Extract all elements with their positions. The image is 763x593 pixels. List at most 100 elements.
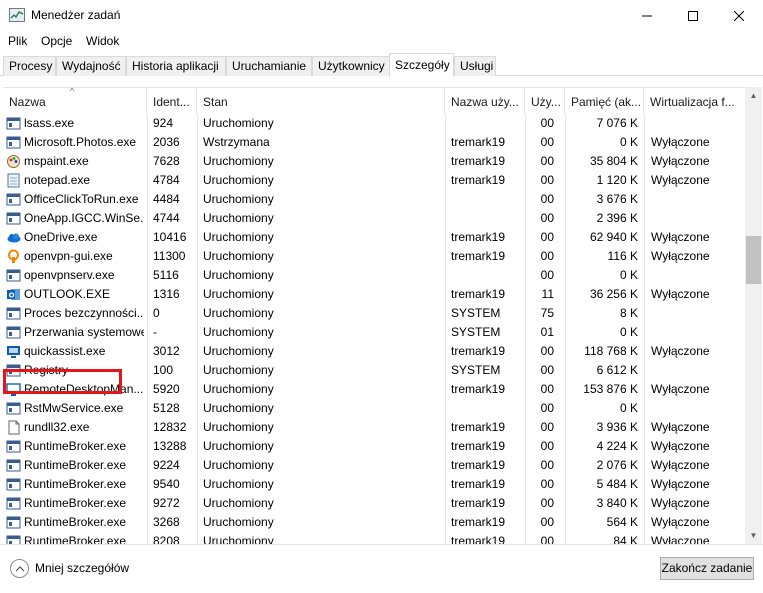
scroll-down-arrow-icon[interactable]: ▼ xyxy=(745,527,762,544)
table-row[interactable]: rundll32.exe 12832 Uruchomiony tremark19 00 3… xyxy=(3,418,746,437)
tab-uruchamianie[interactable]: Uruchamianie xyxy=(226,56,312,76)
menu-widok[interactable]: Widok xyxy=(86,34,119,48)
username-cell: tremark19 xyxy=(451,230,506,244)
table-row[interactable]: RuntimeBroker.exe 3268 Uruchomiony tremark1… xyxy=(3,513,746,532)
column-header-nazwa-uzytkownika[interactable]: Nazwa uży... xyxy=(445,88,525,114)
pid-cell: 4744 xyxy=(153,211,180,225)
pid-cell: 8208 xyxy=(153,534,180,544)
pid-cell: 4484 xyxy=(153,192,180,206)
table-row[interactable]: openvpn-gui.exe 11300 Uruchomiony tremark19… xyxy=(3,247,746,266)
tab-szczegoly[interactable]: Szczegóły xyxy=(389,53,454,77)
cpu-cell: 00 xyxy=(540,496,554,510)
table-row[interactable]: RuntimeBroker.exe 9272 Uruchomiony tremark1… xyxy=(3,494,746,513)
column-header-row: ^ Nazwa Ident... Stan Nazwa uży... Uży..… xyxy=(3,88,746,114)
generic-app-icon xyxy=(6,534,21,544)
table-row[interactable]: O OUTLOOK.EXE 1316 Uruchomiony tremark19 11 36… xyxy=(3,285,746,304)
maximize-button[interactable] xyxy=(670,0,716,31)
table-row[interactable]: RstMwService.exe 5128 Uruchomiony 00 0 K xyxy=(3,399,746,418)
column-header-stan[interactable]: Stan xyxy=(197,88,445,114)
memory-cell: 3 676 K xyxy=(596,192,638,206)
menu-opcje[interactable]: Opcje xyxy=(41,34,72,48)
table-row[interactable]: lsass.exe 924 Uruchomiony 00 7 076 K xyxy=(3,114,746,133)
column-header-wirtualizacja[interactable]: Wirtualizacja f... xyxy=(644,88,746,114)
table-row[interactable]: RuntimeBroker.exe 9224 Uruchomiony tremark1… xyxy=(3,456,746,475)
task-manager-app-icon xyxy=(9,8,25,22)
column-header-nazwa[interactable]: ^ Nazwa xyxy=(3,88,147,114)
virtualization-cell: Wyłączone xyxy=(651,249,710,263)
table-row[interactable]: notepad.exe 4784 Uruchomiony tremark19 00 1 1… xyxy=(3,171,746,190)
generic-app-icon xyxy=(6,439,21,454)
username-cell: SYSTEM xyxy=(451,363,501,377)
virtualization-cell: Wyłączone xyxy=(651,534,710,544)
username-cell: tremark19 xyxy=(451,173,506,187)
table-row[interactable]: RuntimeBroker.exe 9540 Uruchomiony tremark1… xyxy=(3,475,746,494)
tab-historia-aplikacji[interactable]: Historia aplikacji xyxy=(126,56,226,76)
table-row[interactable]: OneDrive.exe 10416 Uruchomiony tremark19 00 6… xyxy=(3,228,746,247)
table-row[interactable]: RuntimeBroker.exe 8208 Uruchomiony tremark1… xyxy=(3,532,746,544)
scrollbar-thumb[interactable] xyxy=(746,236,761,284)
table-row[interactable]: mspaint.exe 7628 Uruchomiony tremark19 00 35 … xyxy=(3,152,746,171)
tab-procesy[interactable]: Procesy xyxy=(3,56,56,76)
tab-wydajnosc[interactable]: Wydajność xyxy=(56,56,126,76)
memory-cell: 0 K xyxy=(619,325,638,339)
pid-cell: 11300 xyxy=(153,249,186,263)
table-row[interactable]: RuntimeBroker.exe 13288 Uruchomiony tremark… xyxy=(3,437,746,456)
memory-cell: 564 K xyxy=(606,515,638,529)
table-row[interactable]: OfficeClickToRun.exe 4484 Uruchomiony 00 3 6… xyxy=(3,190,746,209)
menu-plik[interactable]: Plik xyxy=(8,34,27,48)
vertical-scrollbar[interactable]: ▲ ▼ xyxy=(745,87,762,544)
close-button[interactable] xyxy=(716,0,762,31)
status-cell: Uruchomiony xyxy=(203,287,274,301)
table-row[interactable]: Microsoft.Photos.exe 2036 Wstrzymana tremar… xyxy=(3,133,746,152)
username-cell: SYSTEM xyxy=(451,306,501,320)
table-row[interactable]: quickassist.exe 3012 Uruchomiony tremark19 0… xyxy=(3,342,746,361)
generic-app-icon xyxy=(6,477,21,492)
outlook-icon: O xyxy=(6,287,21,302)
highlighted-row-outline xyxy=(3,369,122,394)
username-cell: tremark19 xyxy=(451,477,506,491)
status-cell: Uruchomiony xyxy=(203,344,274,358)
chevron-up-icon[interactable] xyxy=(10,559,29,578)
column-header-pamiec[interactable]: Pamięć (ak... xyxy=(565,88,644,114)
tab-uzytkownicy[interactable]: Użytkownicy xyxy=(312,56,390,76)
pid-cell: 9224 xyxy=(153,458,180,472)
status-cell: Uruchomiony xyxy=(203,230,274,244)
table-row[interactable]: Proces bezczynności... 0 Uruchomiony SYSTEM… xyxy=(3,304,746,323)
end-task-button[interactable]: Zakończ zadanie xyxy=(660,557,754,580)
virtualization-cell: Wyłączone xyxy=(651,515,710,529)
pid-cell: 100 xyxy=(153,363,174,377)
memory-cell: 36 256 K xyxy=(589,287,638,301)
cpu-cell: 00 xyxy=(540,192,554,206)
tab-uslugi[interactable]: Usługi xyxy=(454,56,496,76)
generic-app-icon xyxy=(6,135,21,150)
table-row[interactable]: OneApp.IGCC.WinSe... 4744 Uruchomiony 00 2 3… xyxy=(3,209,746,228)
cpu-cell: 00 xyxy=(540,211,554,225)
cpu-cell: 00 xyxy=(540,230,554,244)
pid-cell: 5920 xyxy=(153,382,180,396)
process-name-cell: RstMwService.exe xyxy=(24,401,124,415)
process-name-cell: RuntimeBroker.exe xyxy=(24,458,127,472)
pid-cell: 13288 xyxy=(153,439,187,453)
memory-cell: 2 076 K xyxy=(596,458,638,472)
menu-bar: Plik Opcje Widok xyxy=(0,31,763,52)
generic-app-icon xyxy=(6,515,21,530)
column-header-uzycie-cpu[interactable]: Uży... xyxy=(525,88,565,114)
pid-cell: 9540 xyxy=(153,477,180,491)
generic-app-icon xyxy=(6,268,21,283)
details-list[interactable]: ^ Nazwa Ident... Stan Nazwa uży... Uży..… xyxy=(3,87,746,544)
minimize-button[interactable] xyxy=(624,0,670,31)
scroll-up-arrow-icon[interactable]: ▲ xyxy=(745,87,762,104)
cpu-cell: 00 xyxy=(540,458,554,472)
status-cell: Uruchomiony xyxy=(203,534,274,544)
table-row[interactable]: Przerwania systemowe - Uruchomiony SYSTEM 01… xyxy=(3,323,746,342)
virtualization-cell xyxy=(651,209,745,228)
process-name-cell: mspaint.exe xyxy=(24,154,89,168)
column-header-ident[interactable]: Ident... xyxy=(147,88,197,114)
cpu-cell: 01 xyxy=(540,325,554,339)
generic-app-icon xyxy=(6,496,21,511)
cpu-cell: 00 xyxy=(540,249,554,263)
onedrive-icon xyxy=(6,230,21,245)
less-details-link[interactable]: Mniej szczegółów xyxy=(35,561,129,575)
table-row[interactable]: openvpnserv.exe 5116 Uruchomiony 00 0 K xyxy=(3,266,746,285)
cpu-cell: 00 xyxy=(540,116,554,130)
